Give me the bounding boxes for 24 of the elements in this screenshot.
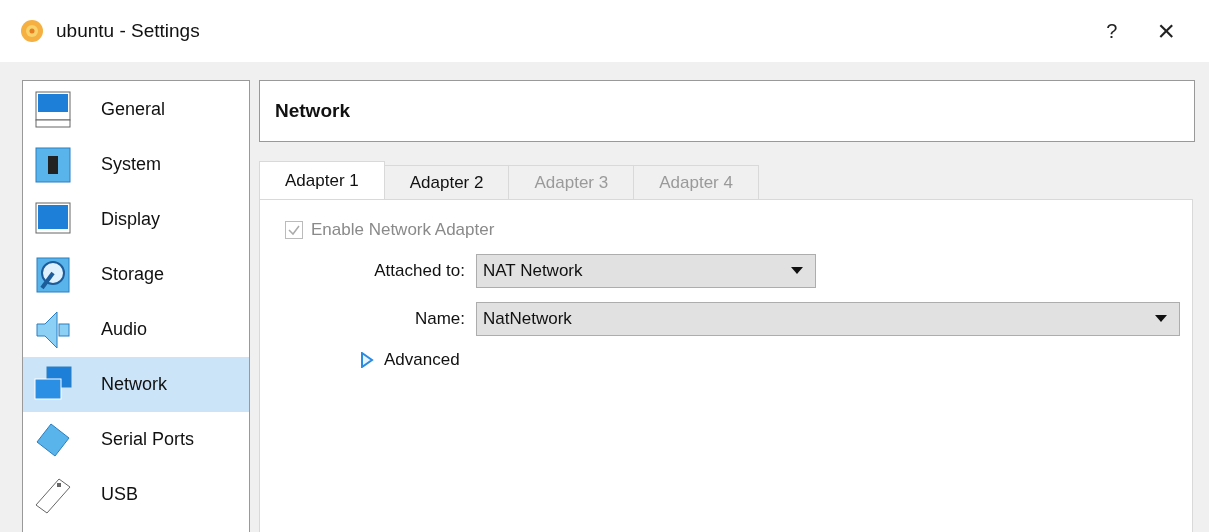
advanced-toggle[interactable]: Advanced — [360, 350, 460, 370]
sidebar-item[interactable]: USB — [23, 467, 249, 522]
field-label: Name: — [413, 309, 466, 329]
close-button[interactable]: × — [1143, 14, 1189, 48]
field-label: Attached to: — [373, 261, 466, 281]
sidebar-item[interactable]: System — [23, 137, 249, 192]
sidebar-item[interactable]: General — [23, 82, 249, 137]
monitor-icon — [33, 89, 73, 130]
help-button[interactable]: ? — [1092, 19, 1132, 43]
dropdown[interactable]: NAT Network — [476, 254, 816, 288]
sidebar-item[interactable]: Display — [23, 192, 249, 247]
checkbox-label: Enable Network Adapter — [311, 220, 495, 240]
sidebar-item[interactable]: Serial Ports — [23, 412, 249, 467]
tab[interactable]: Adapter 1 — [259, 161, 385, 199]
speaker-icon — [33, 309, 73, 350]
sidebar-item[interactable]: Audio — [23, 302, 249, 357]
caret-icon — [791, 267, 803, 275]
window-title: ubuntu - Settings — [56, 20, 200, 42]
dropdown[interactable]: NatNetwork — [476, 302, 1180, 336]
sidebar-item[interactable]: Storage — [23, 247, 249, 302]
chip-icon — [33, 144, 73, 185]
sidebar-item[interactable]: Network — [23, 357, 249, 412]
caret-icon — [1155, 315, 1167, 323]
page-title: Network — [275, 100, 350, 122]
